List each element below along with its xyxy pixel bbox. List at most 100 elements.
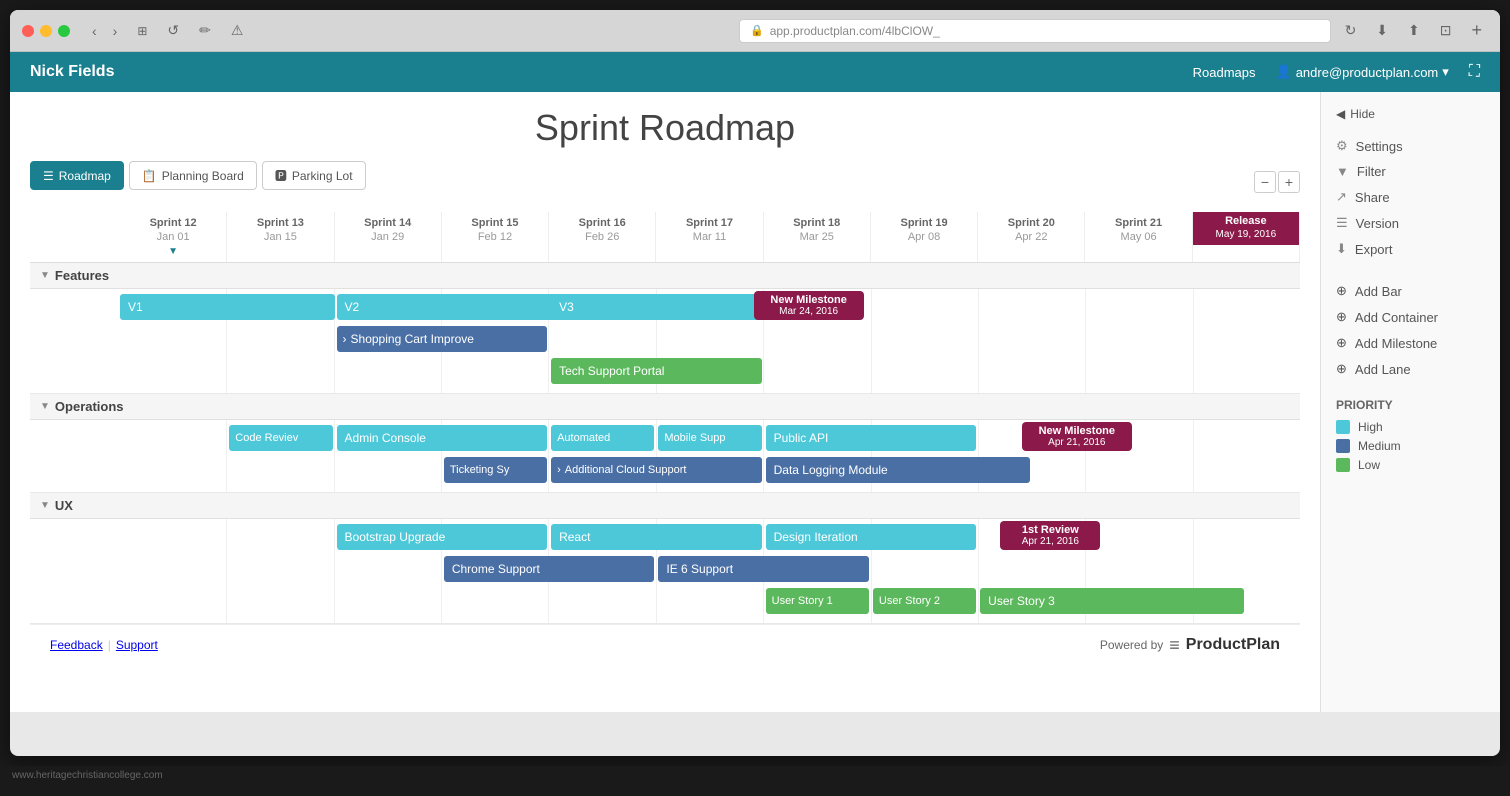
features-collapse[interactable]: ▼ [40, 270, 50, 281]
features-milestone-label: New Milestone [762, 294, 856, 306]
features-milestone: New Milestone Mar 24, 2016 [754, 291, 864, 320]
sprint-14-date: Jan 29 [343, 230, 433, 244]
bar-additional-cloud[interactable]: › Additional Cloud Support [551, 457, 762, 483]
maximize-button[interactable] [58, 25, 70, 37]
brand-name: ProductPlan [1186, 636, 1280, 654]
add-milestone-label: Add Milestone [1355, 336, 1437, 351]
settings-item[interactable]: ⚙ Settings [1336, 133, 1485, 159]
app-body: Nick Fields Roadmaps 👤 andre@productplan… [10, 52, 1500, 712]
sidebar-add-tools: ⊕ Add Bar ⊕ Add Container ⊕ Add Mileston… [1336, 278, 1485, 382]
sprint-20: Sprint 20 Apr 22 [978, 212, 1085, 262]
sprint-17-label: Sprint 17 [664, 216, 754, 230]
fullscreen-button[interactable]: ⛶ [1469, 63, 1480, 81]
forward-button[interactable]: › [107, 21, 124, 41]
bar-user-story-1[interactable]: User Story 1 [766, 588, 869, 614]
bar-user-story-2-label: User Story 2 [879, 595, 940, 607]
bar-tech-support[interactable]: Tech Support Portal [551, 358, 762, 384]
bar-code-review[interactable]: Code Reviev [229, 425, 332, 451]
more-button[interactable]: ⊡ [1434, 18, 1458, 43]
bar-public-api[interactable]: Public API [766, 425, 977, 451]
priority-medium-label: Medium [1358, 439, 1401, 453]
sprint-19-date: Apr 08 [879, 230, 969, 244]
nav-buttons: ‹ › [86, 21, 123, 41]
add-lane-label: Add Lane [1355, 362, 1411, 377]
export-label: Export [1355, 242, 1393, 257]
bar-chrome-support[interactable]: Chrome Support [444, 556, 655, 582]
sprint-12-date: Jan 01 [128, 230, 218, 244]
bar-ticketing[interactable]: Ticketing Sy [444, 457, 547, 483]
ux-title: UX [55, 498, 73, 513]
planning-icon: 📋 [142, 169, 157, 183]
export-item[interactable]: ⬇ Export [1336, 236, 1485, 262]
bar-ie6-support[interactable]: IE 6 Support [658, 556, 869, 582]
features-lane: ▼ Features New Milestone Mar 24, 2016 [30, 263, 1300, 394]
user-email: andre@productplan.com [1296, 65, 1439, 80]
add-lane-item[interactable]: ⊕ Add Lane [1336, 356, 1485, 382]
add-bar-item[interactable]: ⊕ Add Bar [1336, 278, 1485, 304]
support-link[interactable]: Support [116, 638, 158, 652]
zoom-in-button[interactable]: + [1278, 171, 1300, 193]
roadmaps-link[interactable]: Roadmaps [1193, 65, 1256, 80]
add-lane-icon: ⊕ [1336, 361, 1347, 377]
traffic-lights [22, 25, 70, 37]
bar-react[interactable]: React [551, 524, 762, 550]
priority-section: Priority High Medium Low [1336, 398, 1485, 472]
filter-item[interactable]: ▼ Filter [1336, 159, 1485, 184]
browser-toolbar: ‹ › ⊞ ↺ ✏ ⚠ 🔒 app.productplan.com/4lbClO… [10, 10, 1500, 52]
new-tab-button[interactable]: + [1466, 18, 1489, 43]
zoom-out-button[interactable]: − [1254, 171, 1276, 193]
back-button[interactable]: ‹ [86, 21, 103, 41]
bar-v3[interactable]: V3 [551, 294, 762, 320]
version-item[interactable]: ☰ Version [1336, 210, 1485, 236]
reload-button[interactable]: ↺ [161, 20, 185, 41]
sprint-21-date: May 06 [1093, 230, 1183, 244]
ux-milestone-date: Apr 21, 2016 [1008, 536, 1092, 547]
share-browser-button[interactable]: ⬆ [1402, 18, 1426, 43]
page-title: Sprint Roadmap [30, 107, 1300, 149]
ux-body: 1st Review Apr 21, 2016 [30, 519, 1300, 623]
tab-roadmap[interactable]: ☰ Roadmap [30, 161, 124, 190]
bar-design-iteration[interactable]: Design Iteration [766, 524, 977, 550]
share-item[interactable]: ↗ Share [1336, 184, 1485, 210]
feedback-link[interactable]: Feedback [50, 638, 103, 652]
download-button[interactable]: ⬇ [1370, 18, 1394, 43]
add-milestone-item[interactable]: ⊕ Add Milestone [1336, 330, 1485, 356]
tab-planning[interactable]: 📋 Planning Board [129, 161, 257, 190]
operations-milestone-date: Apr 21, 2016 [1030, 437, 1124, 448]
share-icon: ↗ [1336, 189, 1347, 205]
parking-icon: 🅿 [275, 167, 287, 184]
bar-shopping-cart[interactable]: › Shopping Cart Improve [337, 326, 548, 352]
address-bar[interactable]: 🔒 app.productplan.com/4lbClOW_ [739, 19, 1331, 43]
tab-parking[interactable]: 🅿 Parking Lot [262, 161, 366, 190]
bar-public-api-label: Public API [774, 431, 829, 445]
pencil-button[interactable]: ✏ [193, 20, 217, 41]
bar-ticketing-label: Ticketing Sy [450, 464, 510, 476]
footer-brand: Powered by ≡ ProductPlan [1100, 635, 1280, 656]
sprint-20-date: Apr 22 [986, 230, 1076, 244]
add-container-item[interactable]: ⊕ Add Container [1336, 304, 1485, 330]
bar-mobile-supp[interactable]: Mobile Supp [658, 425, 761, 451]
warning-button[interactable]: ⚠ [225, 20, 250, 41]
bar-automated[interactable]: Automated [551, 425, 654, 451]
ux-milestone-label: 1st Review [1008, 524, 1092, 536]
tab-layout-button[interactable]: ⊞ [131, 22, 153, 40]
operations-collapse[interactable]: ▼ [40, 401, 50, 412]
minimize-button[interactable] [40, 25, 52, 37]
bar-admin-console[interactable]: Admin Console [337, 425, 548, 451]
bar-v1[interactable]: V1 [120, 294, 335, 320]
user-icon: 👤 [1276, 64, 1292, 80]
bar-user-story-2[interactable]: User Story 2 [873, 588, 976, 614]
bar-v1-label: V1 [128, 300, 143, 314]
sprint-16-label: Sprint 16 [557, 216, 647, 230]
bar-data-logging[interactable]: Data Logging Module [766, 457, 1030, 483]
sprint-13-label: Sprint 13 [235, 216, 325, 230]
refresh-btn[interactable]: ↻ [1339, 18, 1363, 43]
close-button[interactable] [22, 25, 34, 37]
bar-user-story-3[interactable]: User Story 3 [980, 588, 1244, 614]
user-menu[interactable]: 👤 andre@productplan.com ▾ [1276, 64, 1449, 80]
bar-bootstrap[interactable]: Bootstrap Upgrade [337, 524, 548, 550]
hide-button[interactable]: ◀ Hide [1336, 107, 1485, 121]
operations-title: Operations [55, 399, 124, 414]
bar-additional-cloud-label: Additional Cloud Support [565, 464, 687, 476]
ux-collapse[interactable]: ▼ [40, 500, 50, 511]
